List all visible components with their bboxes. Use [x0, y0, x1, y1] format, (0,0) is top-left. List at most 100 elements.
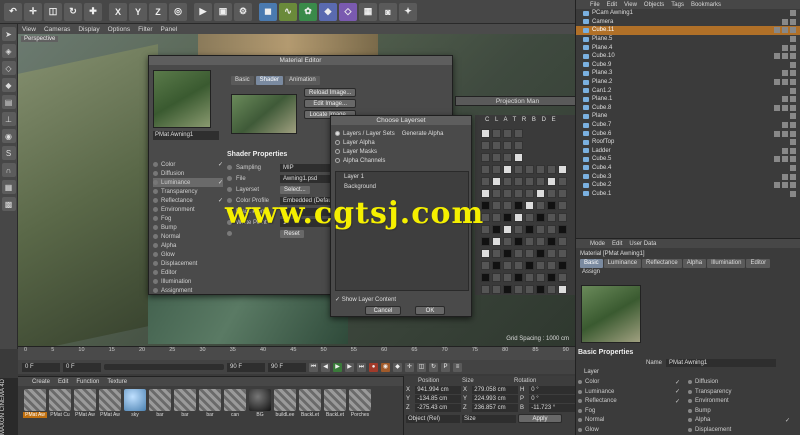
- projection-cell[interactable]: [492, 225, 501, 234]
- texture-tag-icon[interactable]: [790, 10, 796, 17]
- channel-anim-icon[interactable]: [688, 408, 692, 413]
- projection-cell[interactable]: [503, 225, 512, 234]
- channel-anim-icon[interactable]: [688, 389, 692, 394]
- projection-cell[interactable]: [525, 285, 534, 294]
- object-item[interactable]: Cube.9: [576, 61, 800, 70]
- menu-texture[interactable]: Texture: [107, 379, 127, 385]
- projection-cell[interactable]: [558, 261, 567, 270]
- material-ball[interactable]: [299, 389, 321, 411]
- texture-tag-icon[interactable]: [782, 182, 788, 189]
- rotation-field[interactable]: 0 °: [529, 385, 575, 394]
- menu-mode[interactable]: Mode: [590, 241, 605, 247]
- projection-cell[interactable]: [492, 189, 501, 198]
- channel-toggle-icon[interactable]: [153, 234, 158, 239]
- projection-cell[interactable]: [558, 213, 567, 222]
- tab-basic[interactable]: Basic: [231, 76, 254, 85]
- material-item[interactable]: buildLee: [274, 389, 296, 418]
- start-frame-field[interactable]: 0 F: [22, 362, 60, 372]
- channel-anim-icon[interactable]: [578, 408, 582, 413]
- channel-anim-icon[interactable]: [688, 380, 692, 385]
- layer-item[interactable]: Background: [336, 182, 468, 192]
- projection-cell[interactable]: [536, 165, 545, 174]
- projection-cell[interactable]: [514, 273, 523, 282]
- channel-toggle-icon[interactable]: [153, 216, 158, 221]
- projection-cell[interactable]: [503, 153, 512, 162]
- projection-cell[interactable]: [492, 249, 501, 258]
- texture-tag-icon[interactable]: [790, 36, 796, 43]
- channel-anim-icon[interactable]: [578, 427, 582, 432]
- texture-tag-icon[interactable]: [774, 27, 780, 34]
- object-item[interactable]: Cube.1: [576, 189, 800, 198]
- snap-icon[interactable]: S: [1, 146, 16, 160]
- attr-channel[interactable]: Displacement: [688, 426, 798, 435]
- texture-tag-icon[interactable]: [782, 44, 788, 51]
- menu-tags[interactable]: Tags: [671, 2, 684, 8]
- channel-anim-icon[interactable]: [578, 399, 582, 404]
- material-ball[interactable]: [324, 389, 346, 411]
- attr-tab[interactable]: Reflectance: [642, 259, 682, 268]
- play-icon[interactable]: ▶: [333, 362, 342, 372]
- projection-cell[interactable]: [536, 285, 545, 294]
- projection-cell[interactable]: [536, 273, 545, 282]
- option-layer-masks[interactable]: Layer Masks: [335, 147, 467, 156]
- deformer-icon[interactable]: ◇: [339, 2, 357, 21]
- material-ball[interactable]: [349, 389, 371, 411]
- edges-mode-icon[interactable]: ◇: [1, 61, 16, 75]
- projection-cell[interactable]: [547, 189, 556, 198]
- option-alpha-channels[interactable]: Alpha Channels: [335, 156, 467, 165]
- axis-mode-icon[interactable]: ⊥: [1, 112, 16, 126]
- menu-display[interactable]: Display: [78, 26, 99, 33]
- projection-cell[interactable]: [481, 165, 490, 174]
- projection-cell[interactable]: [481, 249, 490, 258]
- scene-icon[interactable]: ▦: [359, 2, 377, 21]
- nurbs-icon[interactable]: ✿: [299, 2, 317, 21]
- projection-cell[interactable]: [481, 177, 490, 186]
- projection-cell[interactable]: [503, 165, 512, 174]
- apply-button[interactable]: Apply: [518, 414, 562, 423]
- field-button[interactable]: Select...: [280, 185, 310, 194]
- world-icon[interactable]: ◎: [169, 2, 187, 21]
- channel-toggle-icon[interactable]: [153, 270, 158, 275]
- go-end-icon[interactable]: ⏭: [357, 362, 366, 372]
- projection-cell[interactable]: [514, 249, 523, 258]
- tab-shader[interactable]: Shader: [255, 76, 284, 85]
- texture-tag-icon[interactable]: [782, 96, 788, 103]
- menu-view[interactable]: View: [22, 26, 36, 33]
- texture-tag-icon[interactable]: [774, 156, 780, 163]
- projection-cell[interactable]: [492, 129, 501, 138]
- texture-tag-icon[interactable]: [790, 122, 796, 129]
- texture-tag-icon[interactable]: [790, 53, 796, 60]
- ok-button[interactable]: OK: [415, 306, 445, 315]
- projection-cell[interactable]: [525, 213, 534, 222]
- channel-item[interactable]: Illumination: [153, 277, 223, 286]
- projection-cell[interactable]: [503, 129, 512, 138]
- object-item[interactable]: Cube.6: [576, 129, 800, 138]
- position-field[interactable]: -134.85 cm: [415, 394, 461, 403]
- attr-channel-check[interactable]: ✓: [675, 388, 680, 395]
- texture-tag-icon[interactable]: [782, 53, 788, 60]
- projection-cell[interactable]: [481, 141, 490, 150]
- attr-channel-check[interactable]: ✓: [785, 417, 790, 424]
- material-ball[interactable]: [124, 389, 146, 411]
- channel-item[interactable]: Normal: [153, 232, 223, 241]
- projection-cell[interactable]: [547, 177, 556, 186]
- texture-tag-icon[interactable]: [790, 79, 796, 86]
- texture-tag-icon[interactable]: [790, 61, 796, 68]
- attr-channel-check[interactable]: ✓: [675, 379, 680, 386]
- material-ball[interactable]: [174, 389, 196, 411]
- attr-tab[interactable]: Alpha: [682, 259, 707, 268]
- channel-toggle-icon[interactable]: [153, 288, 158, 293]
- material-ball[interactable]: [199, 389, 221, 411]
- material-ball[interactable]: [99, 389, 121, 411]
- autokey-icon[interactable]: ◉: [381, 362, 390, 372]
- material-ball[interactable]: [24, 389, 46, 411]
- menu-view[interactable]: View: [624, 2, 637, 8]
- object-item[interactable]: Plane.4: [576, 43, 800, 52]
- material-ball[interactable]: [249, 389, 271, 411]
- material-ball[interactable]: [224, 389, 246, 411]
- generate-alpha[interactable]: Generate Alpha: [402, 131, 444, 137]
- attr-channel[interactable]: Diffusion: [688, 378, 798, 387]
- projection-cell[interactable]: [481, 237, 490, 246]
- texture-tag-icon[interactable]: [774, 53, 780, 60]
- texture-tag-icon[interactable]: [782, 156, 788, 163]
